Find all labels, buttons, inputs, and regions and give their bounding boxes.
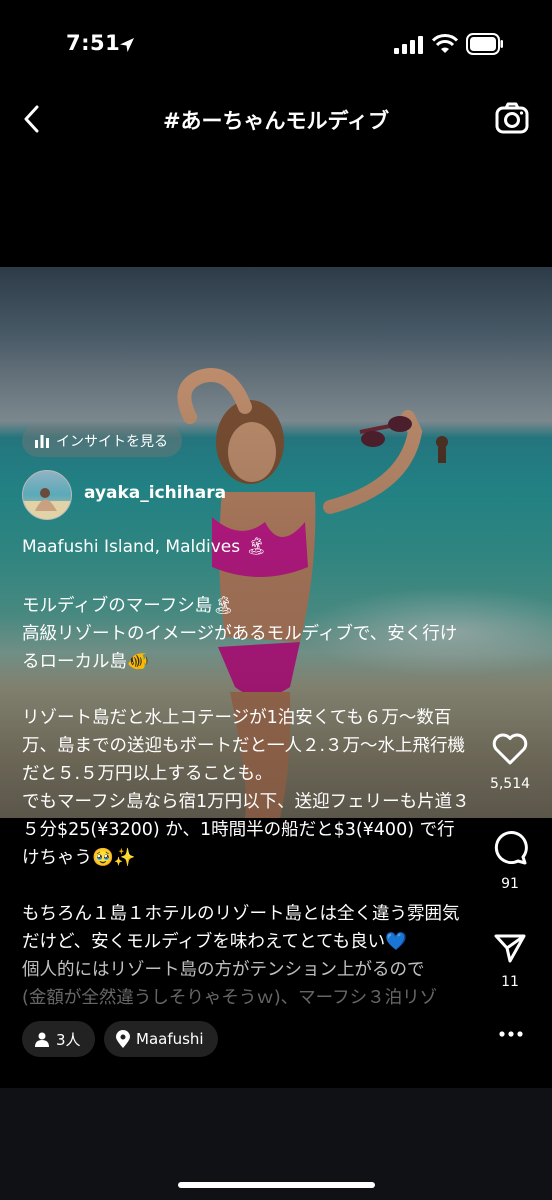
comment-icon[interactable] bbox=[492, 830, 528, 866]
person-icon bbox=[35, 1032, 49, 1047]
page-title: #あーちゃんモルディブ bbox=[162, 109, 390, 133]
share-action[interactable]: 11 bbox=[480, 932, 540, 990]
share-count: 11 bbox=[501, 974, 519, 990]
status-bar: 7:51 bbox=[0, 0, 552, 90]
location-pin-icon bbox=[116, 1030, 130, 1048]
caption-line: (金額が全然違うしそりゃそうｗ)、マーフシ３泊リゾ bbox=[22, 988, 438, 1008]
home-indicator[interactable] bbox=[178, 1182, 375, 1188]
caption-line: 個人的にはリゾート島の方がテンション上がるので bbox=[22, 960, 425, 980]
battery-icon bbox=[466, 33, 503, 55]
insights-button[interactable]: インサイトを見る bbox=[22, 425, 182, 457]
like-count: 5,514 bbox=[489, 776, 531, 792]
comment-action[interactable]: 91 bbox=[480, 830, 540, 892]
wifi-icon bbox=[432, 34, 458, 53]
send-icon[interactable] bbox=[493, 932, 527, 964]
caption-line: もちろん１島１ホテルのリゾート島とは全く違う雰囲気だけど、安くモルディブを味わえ… bbox=[22, 904, 460, 952]
caption-line: モルディブのマーフシ島🏝 bbox=[22, 596, 235, 616]
location-arrow-icon bbox=[120, 38, 134, 52]
location-chip-label: Maafushi bbox=[136, 1030, 204, 1048]
username[interactable]: ayaka_ichihara bbox=[84, 483, 226, 503]
caption-line: でもマーフシ島なら宿1万円以下、送迎フェリーも片道３５分$25(¥3200) か… bbox=[22, 792, 470, 868]
camera-icon[interactable] bbox=[494, 100, 530, 136]
cellular-signal-icon bbox=[394, 36, 423, 54]
avatar[interactable] bbox=[22, 470, 72, 520]
tagged-people-label: 3人 bbox=[56, 1030, 81, 1049]
location-chip[interactable]: Maafushi bbox=[104, 1021, 218, 1057]
caption-line: リゾート島だと水上コテージが1泊安くても６万〜数百万、島までの送迎もボートだと一… bbox=[22, 708, 466, 784]
bar-chart-icon bbox=[35, 435, 49, 448]
caption-line: 高級リゾートのイメージがあるモルディブで、安く行けるローカル島🐠 bbox=[22, 624, 458, 672]
tagged-people-chip[interactable]: 3人 bbox=[22, 1021, 95, 1057]
top-nav: #あーちゃんモルディブ bbox=[0, 92, 552, 146]
status-time: 7:51 bbox=[66, 31, 121, 55]
post-caption: モルディブのマーフシ島🏝 高級リゾートのイメージがあるモルディブで、安く行けるロ… bbox=[22, 592, 472, 1012]
like-action[interactable]: 5,514 bbox=[480, 732, 540, 792]
location-tag[interactable]: Maafushi Island, Maldives 🏝 bbox=[22, 537, 267, 557]
insights-label: インサイトを見る bbox=[56, 434, 168, 450]
more-options-icon[interactable] bbox=[498, 1030, 524, 1038]
comment-count: 91 bbox=[501, 876, 519, 892]
avatar-image bbox=[23, 488, 71, 519]
heart-icon[interactable] bbox=[492, 732, 528, 766]
